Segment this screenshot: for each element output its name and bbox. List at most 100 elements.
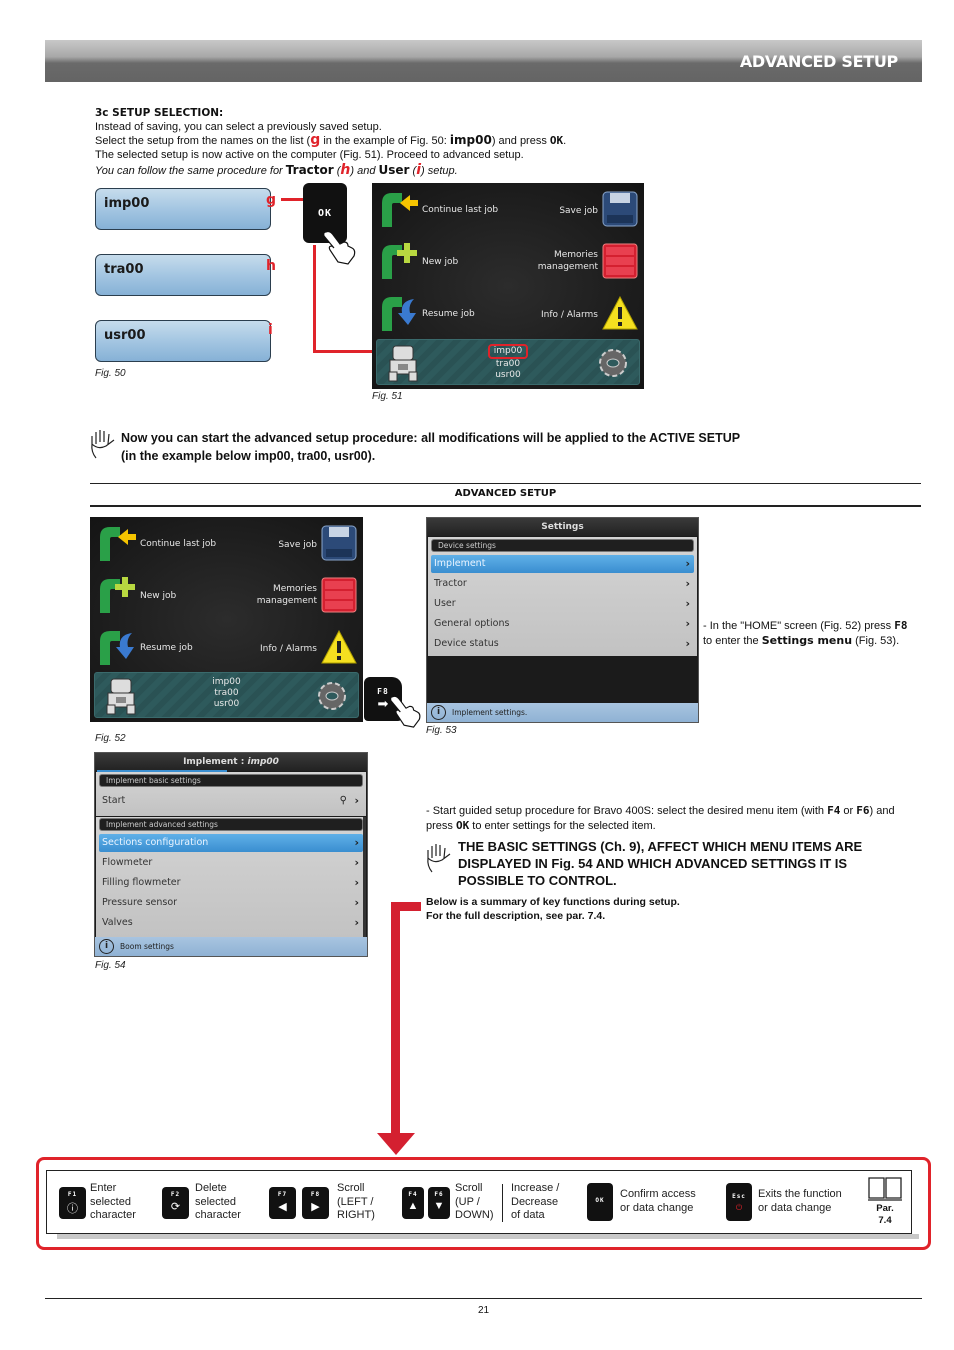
footer-rule [45,1298,922,1299]
implement-title: Implement : imp00 [95,753,367,771]
fig52-caption: Fig. 52 [95,733,126,744]
resume-job-icon [100,631,134,665]
legend-scroll-ud-desc: Scroll (UP / DOWN) [455,1182,494,1223]
setup-box-imp00[interactable]: imp00 [95,188,271,230]
divider [90,505,921,507]
text: and [354,165,379,177]
chevron-right-icon: › [354,876,359,889]
home-row-new-job[interactable]: New job Memories management [90,571,363,619]
hand-note-icon [91,430,115,459]
section-3c-line1: Instead of saving, you can select a prev… [95,120,382,133]
menu-item-tractor[interactable]: Tractor › [431,575,694,593]
desc-line: or data change [620,1201,694,1214]
summary-line: For the full description, see par. 7.4. [426,910,606,922]
note-active-setup: Now you can start the advanced setup pro… [121,429,740,465]
power-icon: ⏻ [735,1203,743,1212]
par-label: Par. [876,1203,894,1214]
chevron-right-icon: › [685,597,690,610]
key-label: OK [595,1197,605,1204]
f7-key[interactable]: F7 ◀ [269,1187,296,1219]
text: . [563,135,567,147]
refresh-icon: ⟳ [170,1201,181,1213]
text: - Start guided setup procedure for Bravo… [426,805,828,817]
desc-line: (UP / [455,1195,480,1208]
ok-key-label: OK [455,818,470,832]
home-row-resume[interactable]: Resume job Info / Alarms [90,623,363,671]
home-row-continue[interactable]: Continue last job Save job [372,185,644,233]
esc-key[interactable]: Esc ⏻ [726,1183,752,1221]
page-header-bar: ADVANCED SETUP [45,40,922,82]
f1-key[interactable]: F1 ⓘ [59,1187,86,1219]
setup-box-usr00[interactable]: usr00 [95,320,271,362]
desc-line: character [195,1209,241,1221]
home-item-label: New job [422,257,459,267]
setup-box-tra00[interactable]: tra00 [95,254,271,296]
desc-line: Exits the function [758,1188,842,1200]
resume-job-icon [382,297,416,331]
menu-item-label: Tractor [434,578,467,589]
menu-item-device-status[interactable]: Device status › [431,635,694,653]
f8-key[interactable]: F8 ▶ [302,1187,329,1219]
home-item-label: New job [140,591,177,601]
home-item-label: Continue last job [140,539,217,549]
letter-g-marker: g [266,192,277,208]
key-label: F7 [277,1191,288,1198]
home-row-resume[interactable]: Resume job Info / Alarms [372,289,644,337]
section-3c-line3: The selected setup is now active on the … [95,148,524,161]
menu-item-general-options[interactable]: General options › [431,615,694,633]
ok-key[interactable]: OK [587,1183,613,1221]
basic-panel: Implement basic settings Start ⚲ › [96,772,366,816]
manual-book-icon [868,1177,902,1201]
f2-key[interactable]: F2 ⟳ [162,1187,189,1219]
key-label: Esc [732,1193,746,1200]
note-line: THE BASIC SETTINGS (Ch. 9), AFFECT WHICH… [458,839,863,854]
active-setup-bar[interactable]: imp00 tra00 usr00 [94,672,359,718]
settings-panel: Device settings Implement › Tractor › User… [428,537,697,656]
setup-box-label: usr00 [104,328,146,343]
fig52-home-screen: Continue last job Save job New job Memor… [90,517,363,722]
text: to enter settings for the selected item. [469,819,656,832]
menu-item-filling-flowmeter[interactable]: Filling flowmeter › [99,874,363,892]
f6-key[interactable]: F6 ▼ [428,1187,450,1219]
title-text: Implement : [183,757,248,767]
menu-item-implement[interactable]: Implement › [431,555,694,573]
home-row-new-job[interactable]: New job Memories management [372,237,644,285]
chevron-right-icon: › [354,794,359,807]
fig53-settings-screen: Settings Device settings Implement › Trac… [426,517,699,723]
arrow-down-icon [377,1133,415,1155]
hand-note-icon [427,844,451,873]
menu-item-flowmeter[interactable]: Flowmeter › [99,854,363,872]
menu-item-user[interactable]: User › [431,595,694,613]
connector-line [281,198,303,201]
section-3c: 3c SETUP SELECTION: Instead of saving, y… [95,107,895,179]
wand-icon: ⚲ [339,795,347,806]
desc-line: selected [195,1195,236,1208]
warning-triangle-icon [321,629,357,664]
menu-item-start[interactable]: Start ⚲ › [99,790,363,812]
menu-item-label: General options [434,618,510,629]
menu-item-label: Pressure sensor [102,897,178,908]
home-row-continue[interactable]: Continue last job Save job [90,519,363,567]
settings-menu-label: Settings menu [761,633,853,647]
active-implement: imp00 [487,344,529,359]
legend-f2-desc: Delete selected character [195,1182,241,1223]
scrollbar[interactable] [363,817,366,939]
menu-item-pressure-sensor[interactable]: Pressure sensor › [99,894,363,912]
desc-line: selected [90,1195,131,1208]
menu-item-valves[interactable]: Valves › [99,914,363,932]
fig50-caption: Fig. 50 [95,368,126,379]
summary-line: Below is a summary of key functions duri… [426,896,680,908]
f6-key-label: F6 [856,804,870,817]
section-header-basic: Implement basic settings [99,774,363,787]
section-header-device-settings: Device settings [431,539,694,552]
chevron-right-icon: › [354,856,359,869]
arrow-right-icon: ➡ [377,695,389,711]
home-item-label: Resume job [422,309,475,319]
active-setup-bar[interactable]: imp00 tra00 usr00 [376,339,640,385]
text: You can follow the same procedure for [95,165,286,177]
letter-h: h [340,162,351,178]
info-bar: i Boom settings [95,937,367,956]
menu-item-sections-configuration[interactable]: Sections configuration › [99,834,363,852]
note-line: Now you can start the advanced setup pro… [121,431,741,445]
f4-key[interactable]: F4 ▲ [402,1187,424,1219]
